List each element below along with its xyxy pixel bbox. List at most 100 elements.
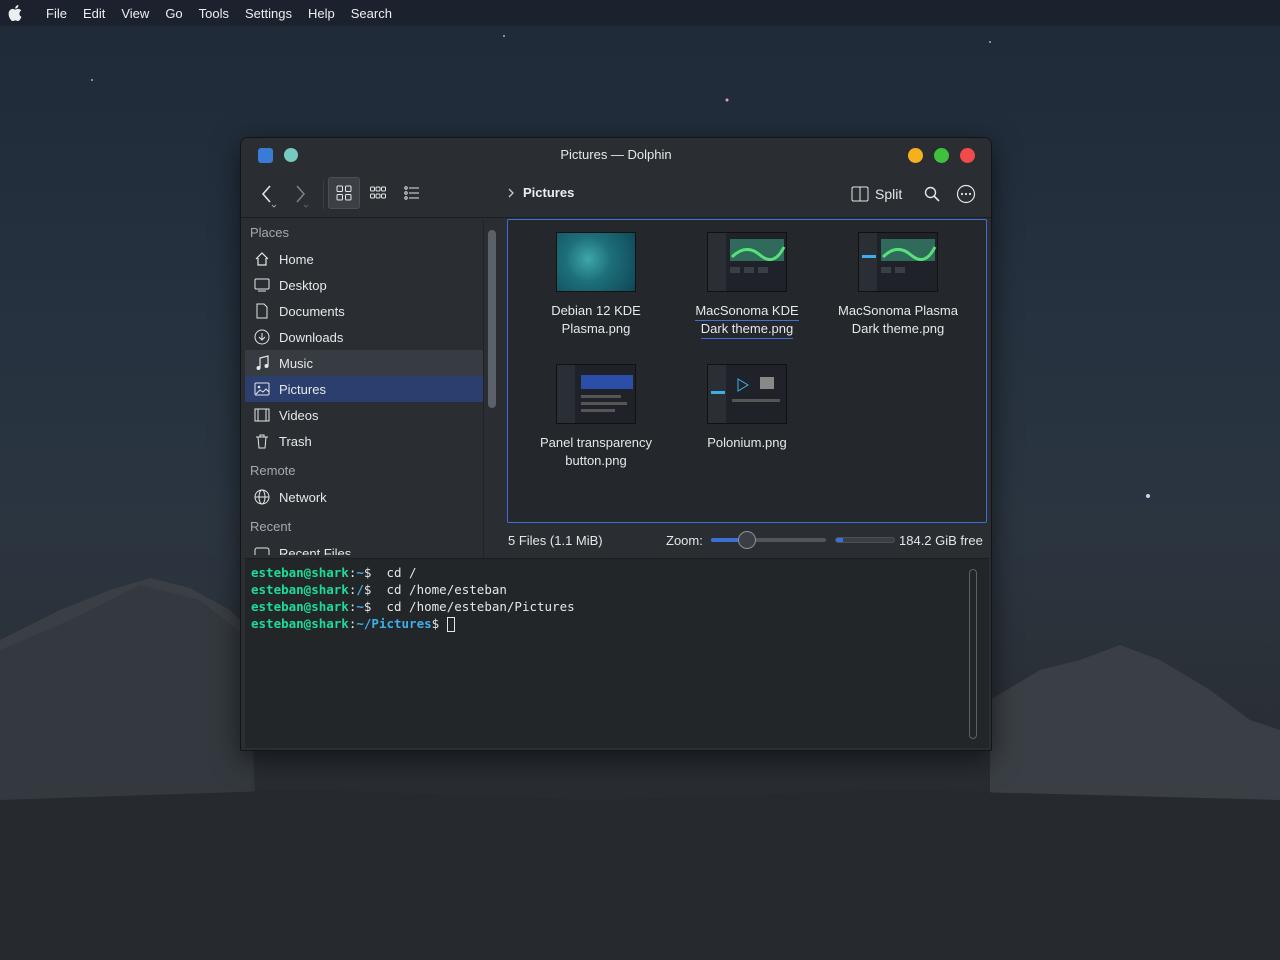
file-item[interactable]: Panel transparency button.png xyxy=(531,364,661,470)
dolphin-window: Pictures — Dolphin Pictures Split Places… xyxy=(240,137,992,751)
apple-logo-icon[interactable] xyxy=(8,5,24,21)
sidebar-item-label: Documents xyxy=(279,303,345,319)
terminal-panel[interactable]: esteban@shark:~$ cd / esteban@shark:/$ c… xyxy=(245,558,989,748)
section-remote: Remote xyxy=(250,463,296,478)
file-name: MacSonoma KDE Dark theme.png xyxy=(695,303,799,339)
toolbar: Pictures Split xyxy=(241,172,991,218)
terminal-line: esteban@shark:/$ cd /home/esteban xyxy=(251,582,507,597)
menu-settings[interactable]: Settings xyxy=(237,6,300,21)
file-item[interactable]: MacSonoma KDE Dark theme.png xyxy=(682,232,812,339)
sidebar-item-home[interactable]: Home xyxy=(245,246,483,272)
maximize-button[interactable] xyxy=(934,148,949,163)
file-thumbnail xyxy=(707,364,787,424)
file-thumbnail xyxy=(707,232,787,292)
file-item[interactable]: Debian 12 KDE Plasma.png xyxy=(531,232,661,338)
compact-view-button[interactable] xyxy=(362,177,394,209)
title-bar[interactable]: Pictures — Dolphin xyxy=(241,138,991,172)
terminal-line: esteban@shark:~$ cd / xyxy=(251,565,417,580)
sidebar-item-label: Desktop xyxy=(279,277,327,293)
sidebar-item-label: Videos xyxy=(279,407,319,423)
desktop-icon xyxy=(253,276,271,294)
file-item[interactable]: MacSonoma Plasma Dark theme.png xyxy=(833,232,963,338)
breadcrumb[interactable]: Pictures xyxy=(507,185,574,200)
icons-view-button[interactable] xyxy=(328,177,360,209)
sidebar-item-label: Trash xyxy=(279,433,312,449)
sidebar-item-label: Downloads xyxy=(279,329,344,345)
status-bar: 5 Files (1.1 MiB) Zoom: 184.2 GiB free xyxy=(507,528,991,552)
sidebar-item-network[interactable]: Network xyxy=(245,484,483,510)
menu-edit[interactable]: Edit xyxy=(75,6,113,21)
menu-go[interactable]: Go xyxy=(157,6,190,21)
split-button[interactable]: Split xyxy=(851,179,902,209)
file-thumbnail xyxy=(858,232,938,292)
close-button[interactable] xyxy=(960,148,975,163)
split-label: Split xyxy=(875,186,903,202)
panel-divider[interactable] xyxy=(483,220,484,560)
back-button[interactable] xyxy=(255,180,281,210)
split-view-icon xyxy=(851,186,869,202)
file-name: MacSonoma Plasma Dark theme.png xyxy=(838,303,958,336)
zoom-slider[interactable] xyxy=(711,531,826,549)
music-icon xyxy=(253,354,271,372)
sidebar-item-documents[interactable]: Documents xyxy=(245,298,483,324)
top-menu-bar: File Edit View Go Tools Settings Help Se… xyxy=(0,0,1280,26)
chevron-right-icon xyxy=(508,188,514,197)
terminal-prompt[interactable]: esteban@shark:~/Pictures$ xyxy=(251,615,983,632)
zoom-label: Zoom: xyxy=(666,532,703,548)
sidebar-item-label: Pictures xyxy=(279,381,326,397)
file-count: 5 Files (1.1 MiB) xyxy=(508,532,603,548)
trash-icon xyxy=(253,432,271,450)
sidebar-item-recent-files[interactable]: Recent Files xyxy=(245,540,483,555)
window-title: Pictures — Dolphin xyxy=(560,147,672,162)
picture-icon xyxy=(253,380,271,398)
menu-help[interactable]: Help xyxy=(300,6,343,21)
compact-grid-icon xyxy=(370,186,386,199)
free-space: 184.2 GiB free xyxy=(899,532,983,548)
video-icon xyxy=(253,406,271,424)
menu-file[interactable]: File xyxy=(38,6,75,21)
sidebar-item-desktop[interactable]: Desktop xyxy=(245,272,483,298)
file-thumbnail xyxy=(556,364,636,424)
search-button[interactable] xyxy=(917,179,947,209)
sidebar-scrollbar[interactable] xyxy=(488,230,496,408)
file-name: Panel transparency button.png xyxy=(539,435,652,468)
breadcrumb-pictures[interactable]: Pictures xyxy=(523,185,574,200)
disk-usage-bar xyxy=(835,537,895,543)
toolbar-separator xyxy=(323,181,324,209)
file-name: Polonium.png xyxy=(707,435,787,450)
sidebar-item-music[interactable]: Music xyxy=(245,350,483,376)
grid-icon xyxy=(336,185,352,201)
terminal-line: esteban@shark:~$ cd /home/esteban/Pictur… xyxy=(251,599,575,614)
file-item[interactable]: Polonium.png xyxy=(682,364,812,452)
sidebar-item-label: Home xyxy=(279,251,314,267)
file-view[interactable]: Debian 12 KDE Plasma.png MacSonoma KDE D… xyxy=(507,219,987,523)
file-thumbnail xyxy=(556,232,636,292)
menu-tools[interactable]: Tools xyxy=(191,6,237,21)
download-icon xyxy=(253,328,271,346)
file-name: Debian 12 KDE Plasma.png xyxy=(551,303,641,336)
terminal-cursor xyxy=(446,617,455,632)
sidebar-item-trash[interactable]: Trash xyxy=(245,428,483,454)
sidebar-item-label: Music xyxy=(279,355,313,371)
menu-search[interactable]: Search xyxy=(343,6,400,21)
search-icon xyxy=(924,186,940,202)
terminal-scrollbar[interactable] xyxy=(969,569,977,739)
sidebar-item-pictures[interactable]: Pictures xyxy=(245,376,483,402)
list-icon xyxy=(404,186,419,200)
sidebar-item-videos[interactable]: Videos xyxy=(245,402,483,428)
minimize-button[interactable] xyxy=(908,148,923,163)
zoom-slider-handle[interactable] xyxy=(738,531,757,549)
more-options-button[interactable] xyxy=(951,179,981,209)
more-icon xyxy=(956,184,976,204)
disk-usage-fill xyxy=(836,538,843,542)
network-icon xyxy=(253,488,271,506)
sidebar-item-label: Recent Files xyxy=(279,545,352,556)
forward-button[interactable] xyxy=(287,180,313,210)
places-panel: Places Home Desktop Documents Downloads … xyxy=(245,220,483,555)
home-icon xyxy=(253,250,271,268)
sidebar-item-downloads[interactable]: Downloads xyxy=(245,324,483,350)
section-places: Places xyxy=(250,225,290,240)
menu-view[interactable]: View xyxy=(113,6,157,21)
sidebar-item-label: Network xyxy=(279,489,327,505)
details-view-button[interactable] xyxy=(396,177,428,209)
